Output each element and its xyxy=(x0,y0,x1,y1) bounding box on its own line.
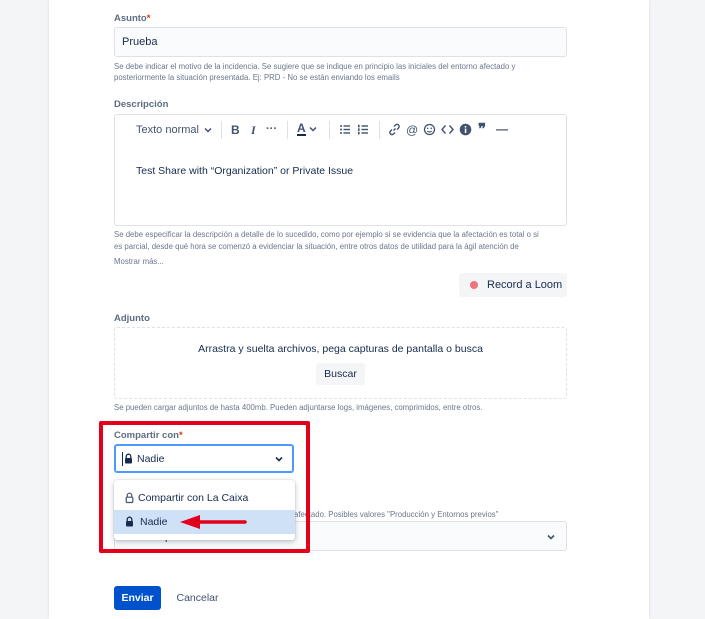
chevron-down-icon xyxy=(547,534,555,540)
record-dot-icon xyxy=(470,281,478,289)
more-formatting-button[interactable]: ··· xyxy=(266,123,277,135)
italic-button[interactable]: I xyxy=(251,123,256,138)
divider-button[interactable]: — xyxy=(496,122,508,136)
description-help-line2: es parcial, desde qué hora se comenzó a … xyxy=(114,242,519,251)
subject-input[interactable]: Prueba xyxy=(114,27,567,57)
environment-help-partial: afectado. Posibles valores "Producción y… xyxy=(294,510,499,519)
quote-icon[interactable]: ❞ xyxy=(478,120,486,138)
record-loom-label: Record a Loom xyxy=(487,279,563,291)
attachment-help: Se pueden cargar adjuntos de hasta 400mb… xyxy=(114,403,483,412)
mention-button[interactable]: @ xyxy=(406,123,418,137)
toolbar-divider xyxy=(287,121,288,139)
text-style-dropdown[interactable]: Texto normal xyxy=(136,124,213,136)
subject-label: Asunto* xyxy=(114,13,151,24)
text-color-button[interactable]: A xyxy=(297,122,318,136)
chevron-down-icon xyxy=(204,127,212,133)
text-style-label: Texto normal xyxy=(136,124,199,136)
attachment-label: Adjunto xyxy=(114,313,150,324)
submit-button[interactable]: Enviar xyxy=(114,586,161,610)
toolbar-divider xyxy=(221,121,222,139)
record-loom-button[interactable]: Record a Loom xyxy=(459,273,567,297)
info-panel-icon[interactable] xyxy=(459,123,472,136)
emoji-icon[interactable] xyxy=(423,123,436,136)
code-icon[interactable] xyxy=(441,124,454,135)
description-label: Descripción xyxy=(114,99,169,110)
link-icon[interactable] xyxy=(388,123,401,136)
annotation-highlight-frame xyxy=(99,421,310,553)
browse-button[interactable]: Buscar xyxy=(316,363,365,385)
bullet-list-icon[interactable] xyxy=(339,124,351,135)
bold-button[interactable]: B xyxy=(231,123,240,137)
numbered-list-icon[interactable] xyxy=(357,124,369,135)
show-more-link[interactable]: Mostrar más... xyxy=(114,255,164,268)
toolbar-divider xyxy=(379,121,380,139)
subject-help-line2: posteriormente la situación presentada. … xyxy=(114,73,400,82)
description-body-text[interactable]: Test Share with “Organization” or Privat… xyxy=(136,165,353,177)
dropzone-text: Arrastra y suelta archivos, pega captura… xyxy=(198,343,483,355)
text-color-icon: A xyxy=(297,121,306,136)
cancel-button[interactable]: Cancelar xyxy=(170,586,225,610)
chevron-down-icon xyxy=(309,126,317,132)
subject-value: Prueba xyxy=(122,36,158,48)
toolbar-divider xyxy=(329,121,330,139)
